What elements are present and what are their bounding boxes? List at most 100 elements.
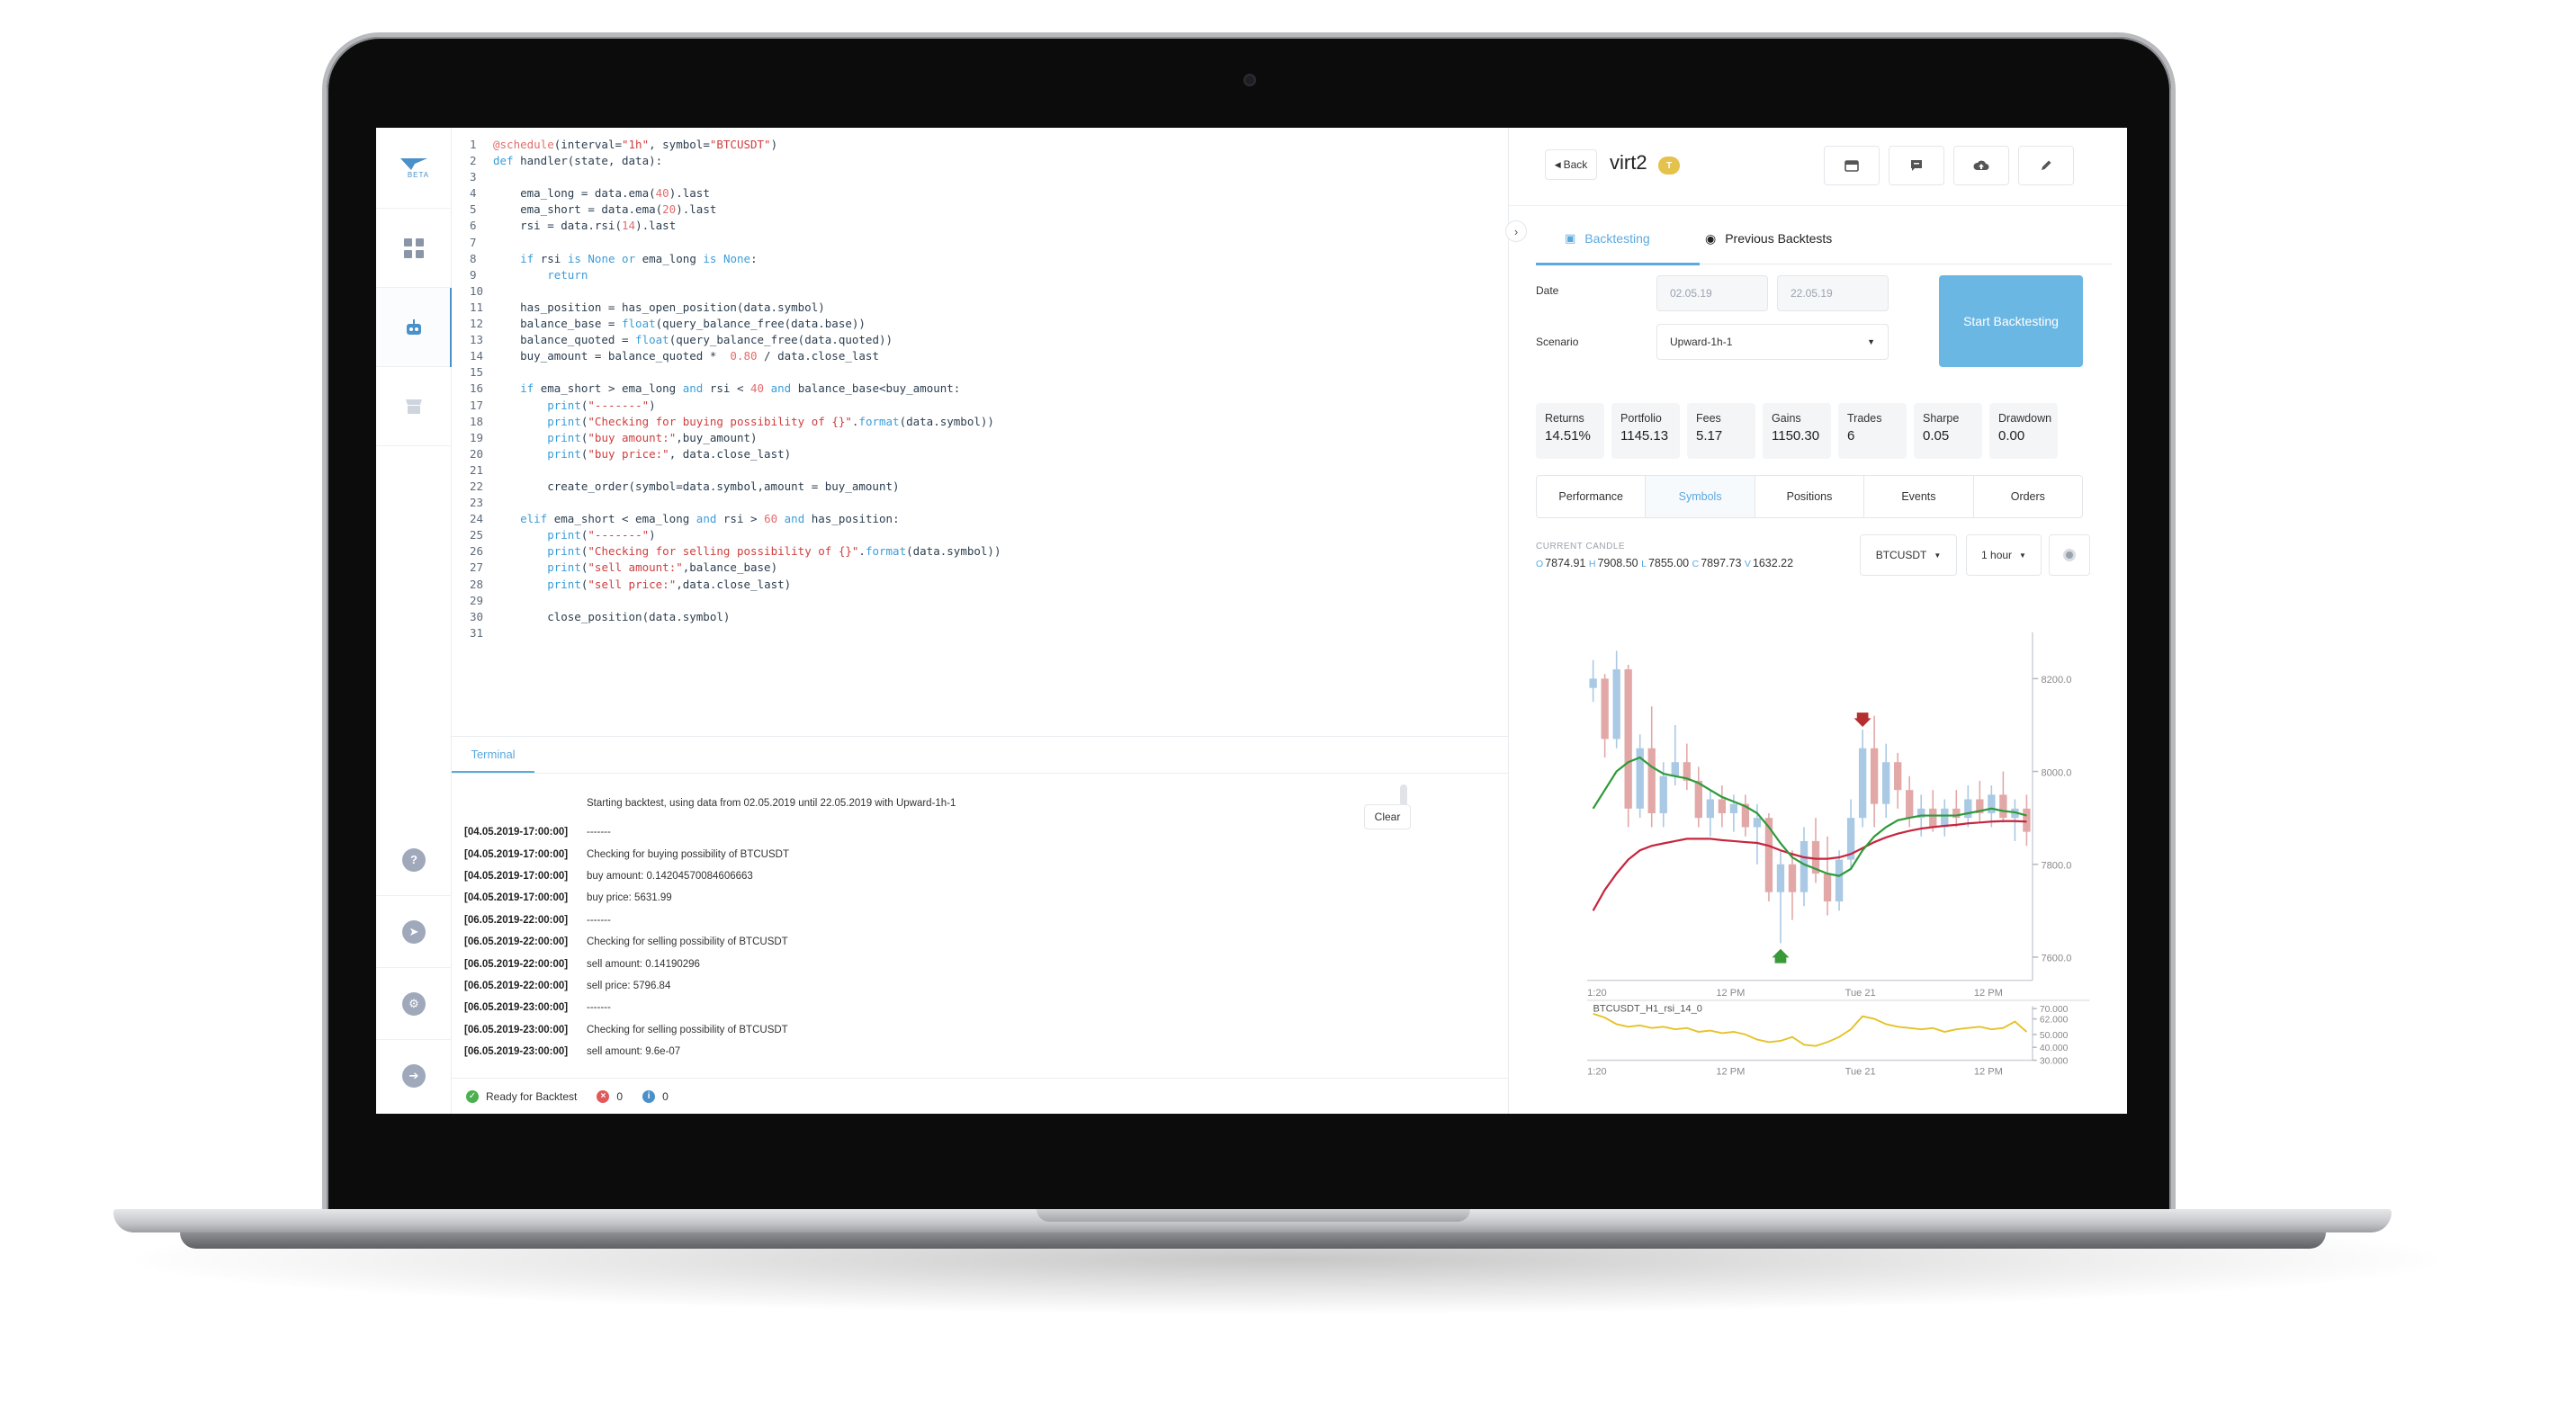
candle-body (1788, 864, 1797, 892)
code-text: close_position(data.symbol) (493, 609, 731, 623)
comment-icon (1911, 160, 1922, 171)
status-ready: Ready for Backtest (486, 1089, 578, 1103)
gear-icon (2063, 549, 2076, 561)
clear-button[interactable]: Clear (1364, 804, 1411, 829)
code-line[interactable]: 31 (470, 625, 1001, 641)
code-line[interactable]: 22 create_order(symbol=data.symbol,amoun… (470, 479, 1001, 495)
date-to-input[interactable]: 22.05.19 (1777, 275, 1889, 311)
back-label: Back (1563, 158, 1588, 171)
back-button[interactable]: ◀ Back (1545, 149, 1597, 180)
code-line[interactable]: 19 print("buy amount:",buy_amount) (470, 430, 1001, 446)
code-line[interactable]: 29 (470, 593, 1001, 609)
tab-terminal[interactable]: Terminal (452, 737, 534, 773)
subtab-symbols[interactable]: Symbols (1646, 476, 1755, 517)
candle-body (1776, 864, 1785, 892)
code-line[interactable]: 7 (470, 235, 1001, 251)
code-text: print("sell price:",data.close_last) (547, 577, 792, 591)
date-from-input[interactable]: 02.05.19 (1656, 275, 1768, 311)
calendar-button[interactable] (1824, 146, 1880, 185)
subtab-positions[interactable]: Positions (1755, 476, 1865, 517)
code-line[interactable]: 10 (470, 283, 1001, 300)
code-line[interactable]: 12 balance_base = float(query_balance_fr… (470, 316, 1001, 332)
interval-select[interactable]: 1 hour ▼ (1966, 534, 2042, 576)
sidebar-item-bots[interactable] (376, 288, 453, 367)
price-chart[interactable]: 8200.0 8000.0 7800.0 7600.0 1:20 12 PM Tue 21 1… (1525, 587, 2119, 1114)
line-number: 1 (470, 138, 477, 151)
code-line[interactable]: 2 def handler(state, data): (470, 153, 1001, 169)
code-line[interactable]: 16 if ema_short > ema_long and rsi < 40 … (470, 381, 1001, 397)
code-editor[interactable]: 1 @schedule(interval="1h", symbol="BTCUSD… (452, 128, 1508, 736)
candle-body (2023, 808, 2031, 832)
logo[interactable]: BETA (376, 128, 452, 209)
tab-backtesting[interactable]: ▣ Backtesting (1565, 212, 1650, 264)
subtab-orders[interactable]: Orders (1974, 476, 2082, 517)
cloud-upload-button[interactable] (1953, 146, 2009, 185)
code-line[interactable]: 24 elif ema_short < ema_long and rsi > 6… (470, 511, 1001, 527)
code-line[interactable]: 23 (470, 495, 1001, 511)
symbol-select[interactable]: BTCUSDT ▼ (1860, 534, 1957, 576)
edit-button[interactable] (2018, 146, 2074, 185)
rsi-y-tick-label: 70.000 (2040, 1005, 2069, 1015)
terminal-scrollbar[interactable] (1400, 784, 1407, 806)
metric-card: Sharpe 0.05 (1914, 403, 1982, 459)
sell-signal-arrow (1853, 712, 1871, 727)
code-line[interactable]: 3 (470, 169, 1001, 185)
terminal-message: ------- (587, 1002, 611, 1014)
sidebar-settings[interactable]: ⚙ (376, 968, 452, 1040)
line-number: 26 (470, 544, 484, 559)
sidebar-help[interactable]: ? (376, 824, 452, 896)
code-line[interactable]: 11 has_position = has_open_position(data… (470, 300, 1001, 316)
code-line[interactable]: 9 return (470, 267, 1001, 283)
code-line[interactable]: 4 ema_long = data.ema(40).last (470, 185, 1001, 202)
code-line[interactable]: 1 @schedule(interval="1h", symbol="BTCUSD… (470, 137, 1001, 153)
line-number: 31 (470, 625, 484, 640)
code-line[interactable]: 14 buy_amount = balance_quoted * 0.80 / … (470, 348, 1001, 364)
subtab-performance[interactable]: Performance (1537, 476, 1647, 517)
code-line[interactable]: 28 print("sell price:",data.close_last) (470, 577, 1001, 593)
code-line[interactable]: 25 print("-------") (470, 527, 1001, 543)
code-lines: 1 @schedule(interval="1h", symbol="BTCUSD… (470, 137, 1001, 641)
code-text: has_position = has_open_position(data.sy… (493, 300, 825, 314)
code-line[interactable]: 5 ema_short = data.ema(20).last (470, 202, 1001, 218)
sidebar-telegram[interactable]: ➤ (376, 896, 452, 968)
app-screen: BETA ? ➤ ⚙ ➔ 1 @schedule(interval="1h", s… (376, 128, 2127, 1114)
logo-beta: BETA (407, 171, 430, 179)
code-line[interactable]: 17 print("-------") (470, 398, 1001, 414)
help-icon: ? (402, 847, 426, 872)
code-line[interactable]: 26 print("Checking for selling possibili… (470, 543, 1001, 560)
price-x-tick-label: 1:20 (1587, 988, 1607, 999)
terminal-line: [06.05.2019-23:00:00] Checking for sellin… (464, 1019, 789, 1041)
laptop-notch (1037, 1209, 1470, 1222)
line-number: 30 (470, 609, 484, 623)
sidebar-item-dashboard[interactable] (376, 209, 452, 288)
code-line[interactable]: 21 (470, 462, 1001, 479)
line-number: 2 (470, 154, 477, 168)
terminal-message: sell price: 5796.84 (587, 980, 671, 991)
sidebar-logout[interactable]: ➔ (376, 1040, 452, 1112)
scenario-select[interactable]: Upward-1h-1 ▼ (1656, 324, 1889, 360)
code-line[interactable]: 20 print("buy price:", data.close_last) (470, 446, 1001, 462)
code-line[interactable]: 15 (470, 364, 1001, 381)
code-line[interactable]: 8 if rsi is None or ema_long is None: (470, 251, 1001, 267)
chart-settings-button[interactable] (2049, 534, 2090, 576)
metric-value: 14.51% (1545, 428, 1591, 444)
collapse-panel-button[interactable]: › (1505, 220, 1527, 242)
comment-button[interactable] (1889, 146, 1944, 185)
sidebar-item-store[interactable] (376, 367, 452, 446)
candle-body (1647, 748, 1656, 813)
sidebar: BETA ? ➤ ⚙ ➔ (376, 128, 453, 1114)
tab-backtesting-label: Backtesting (1584, 231, 1650, 246)
subtab-events[interactable]: Events (1864, 476, 1974, 517)
price-x-tick-label: 12 PM (1716, 988, 1745, 999)
scenario-value: Upward-1h-1 (1670, 336, 1733, 348)
status-bar: ✓ Ready for Backtest × 0 i 0 (452, 1078, 1508, 1114)
terminal-message: buy amount: 0.14204570084606663 (587, 870, 753, 882)
code-line[interactable]: 30 close_position(data.symbol) (470, 609, 1001, 625)
code-line[interactable]: 6 rsi = data.rsi(14).last (470, 218, 1001, 234)
tab-previous-backtests[interactable]: ◉ Previous Backtests (1705, 212, 1832, 264)
code-line[interactable]: 18 print("Checking for buying possibilit… (470, 414, 1001, 430)
code-line[interactable]: 27 print("sell amount:",balance_base) (470, 560, 1001, 576)
code-line[interactable]: 13 balance_quoted = float(query_balance_… (470, 332, 1001, 348)
candle-body (1589, 678, 1597, 688)
start-backtesting-button[interactable]: Start Backtesting (1939, 275, 2083, 367)
